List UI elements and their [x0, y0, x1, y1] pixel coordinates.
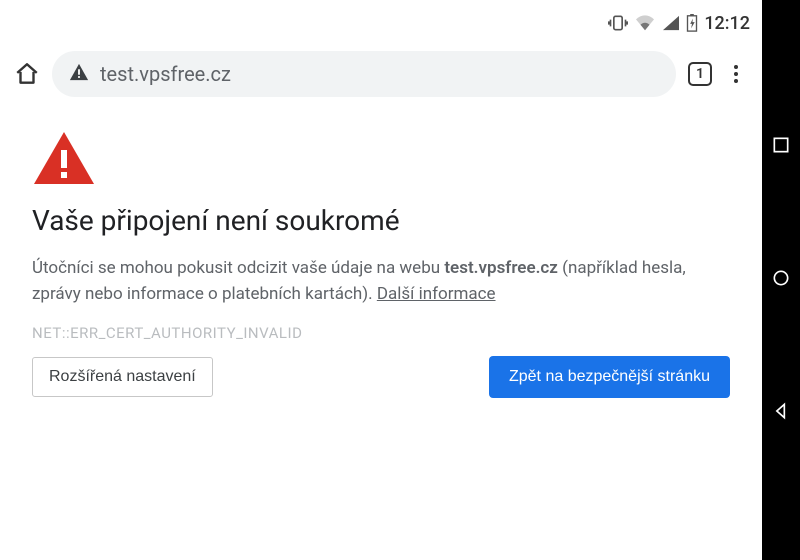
- back-button[interactable]: [771, 401, 791, 425]
- status-time: 12:12: [704, 13, 750, 34]
- error-body-pre: Útočníci se mohou pokusit odcizit vaše ú…: [32, 258, 444, 278]
- warning-triangle-icon: [32, 130, 730, 186]
- wifi-icon: [634, 14, 656, 32]
- error-title: Vaše připojení není soukromé: [32, 204, 730, 237]
- battery-charging-icon: [686, 14, 698, 32]
- overflow-menu-icon[interactable]: [724, 62, 748, 86]
- android-system-nav: [762, 0, 800, 560]
- home-icon[interactable]: [14, 61, 40, 87]
- error-code: NET::ERR_CERT_AUTHORITY_INVALID: [32, 324, 730, 342]
- status-bar: 12:12: [0, 0, 762, 46]
- url-text: test.vpsfree.cz: [100, 62, 231, 86]
- recent-apps-button[interactable]: [771, 135, 791, 159]
- learn-more-link[interactable]: Další informace: [377, 284, 496, 304]
- ssl-error-page: Vaše připojení není soukromé Útočníci se…: [0, 102, 762, 398]
- not-secure-icon: [68, 62, 90, 86]
- error-body-domain: test.vpsfree.cz: [444, 258, 558, 278]
- home-button[interactable]: [771, 268, 791, 292]
- tab-count-value: 1: [696, 66, 704, 82]
- browser-toolbar: test.vpsfree.cz 1: [0, 46, 762, 102]
- tab-switcher[interactable]: 1: [688, 62, 712, 86]
- advanced-button[interactable]: Rozšířená nastavení: [32, 357, 213, 397]
- vibrate-icon: [608, 14, 628, 32]
- back-to-safety-button[interactable]: Zpět na bezpečnější stránku: [489, 356, 730, 398]
- signal-icon: [662, 15, 680, 31]
- url-bar[interactable]: test.vpsfree.cz: [52, 51, 676, 97]
- error-description: Útočníci se mohou pokusit odcizit vaše ú…: [32, 255, 730, 308]
- error-actions: Rozšířená nastavení Zpět na bezpečnější …: [32, 356, 730, 398]
